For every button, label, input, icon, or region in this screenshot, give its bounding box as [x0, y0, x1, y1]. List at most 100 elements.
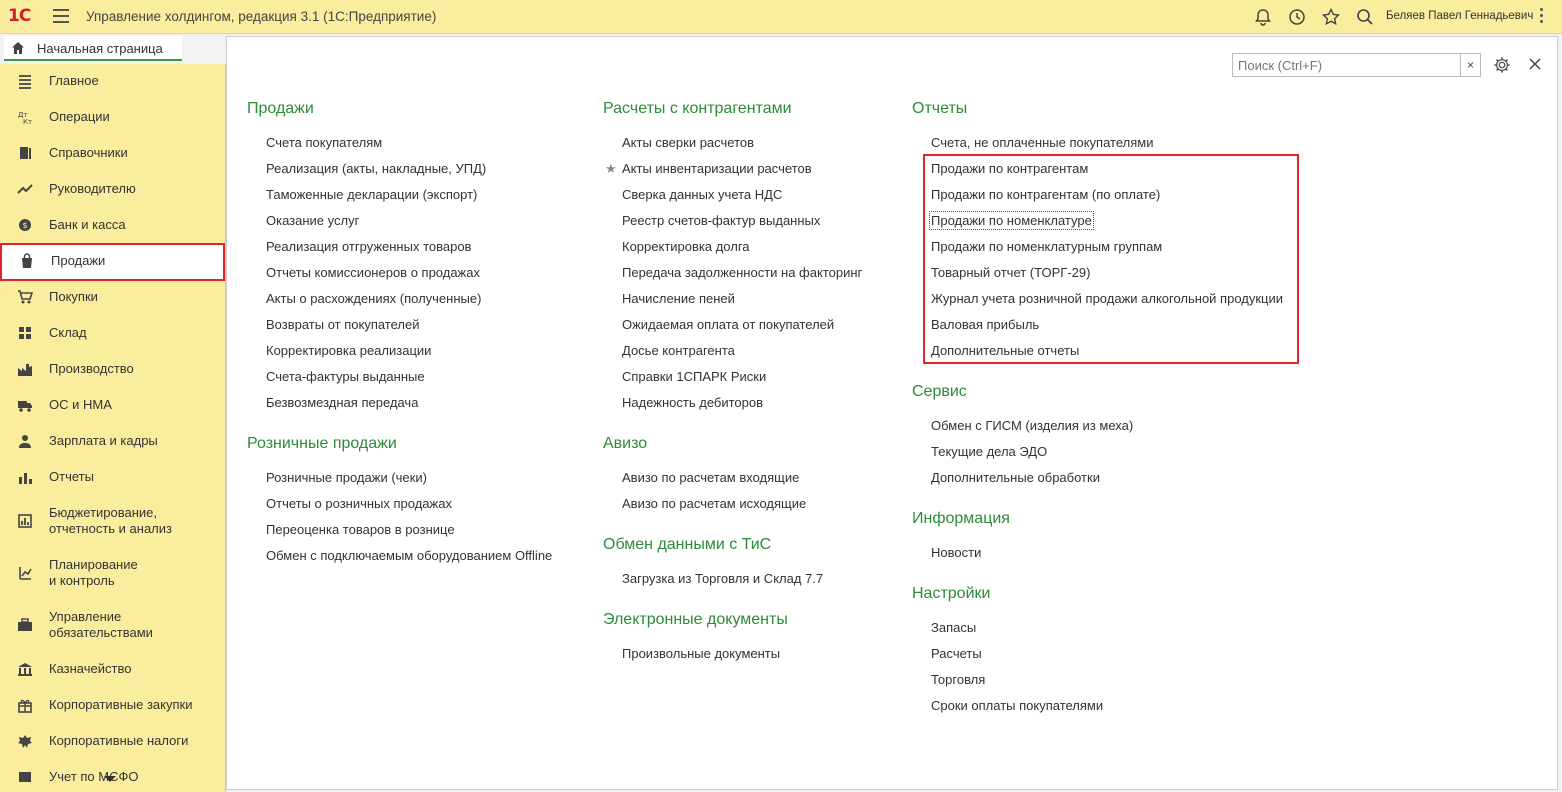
section-title: Отчеты [912, 100, 968, 117]
section-title: Обмен данными с ТиС [603, 536, 772, 553]
nav-link[interactable]: Реализация (акты, накладные, УПД) [266, 161, 486, 176]
nav-link[interactable]: Акты сверки расчетов [622, 135, 754, 150]
nav-link[interactable]: Отчеты комиссионеров о продажах [266, 265, 480, 280]
bell-icon[interactable] [1253, 7, 1273, 27]
sidebar-item[interactable]: Управление обязательствами [0, 600, 225, 650]
section-title: Розничные продажи [247, 435, 397, 452]
nav-link[interactable]: Авизо по расчетам входящие [622, 470, 799, 485]
user-name[interactable]: Беляев Павел Геннадьевич [1386, 10, 1533, 22]
sidebar-item[interactable]: Производство [0, 352, 225, 386]
svg-text:$: $ [23, 221, 28, 230]
sidebar-item-label: Планирование и контроль [49, 557, 138, 588]
svg-text:Кт: Кт [23, 118, 32, 125]
nav-link[interactable]: Текущие дела ЭДО [931, 444, 1047, 459]
treasury-icon [18, 663, 32, 676]
nav-link[interactable]: Сроки оплаты покупателями [931, 698, 1103, 713]
nav-link[interactable]: Реестр счетов-фактур выданных [622, 213, 820, 228]
nav-link[interactable]: Реализация отгруженных товаров [266, 239, 471, 254]
search-clear-button[interactable]: × [1461, 53, 1481, 77]
sidebar-item[interactable]: Корпоративные закупки [0, 688, 225, 722]
sidebar-item[interactable]: Планирование и контроль [0, 548, 225, 598]
nav-link[interactable]: Счета-фактуры выданные [266, 369, 425, 384]
nav-link[interactable]: Обмен с подключаемым оборудованием Offli… [266, 548, 552, 563]
nav-link[interactable]: Ожидаемая оплата от покупателей [622, 317, 834, 332]
sidebar-item[interactable]: Продажи [0, 243, 225, 281]
sidebar-item[interactable]: Дт Кт Операции [0, 100, 225, 134]
nav-link[interactable]: Новости [931, 545, 981, 560]
sidebar-item-label: Корпоративные закупки [49, 697, 193, 712]
sidebar-item[interactable]: Покупки [0, 280, 225, 314]
sidebar-item[interactable]: Бюджетирование, отчетность и анализ [0, 496, 225, 546]
nav-link[interactable]: Сверка данных учета НДС [622, 187, 782, 202]
scroll-down-icon[interactable] [104, 776, 116, 782]
close-icon[interactable] [1528, 57, 1542, 71]
nav-link[interactable]: Корректировка реализации [266, 343, 431, 358]
nav-link[interactable]: Акты инвентаризации расчетов [622, 161, 812, 176]
sidebar-item[interactable]: ОС и НМА [0, 388, 225, 422]
sidebar-item-label: Справочники [49, 145, 128, 160]
sections-sidebar: Главное Дт Кт Операции Справочники Руководите… [0, 64, 226, 792]
app-title: Управление холдингом, редакция 3.1 (1С:П… [86, 9, 437, 24]
nav-link[interactable]: Авизо по расчетам исходящие [622, 496, 806, 511]
nav-link[interactable]: Отчеты о розничных продажах [266, 496, 452, 511]
star-icon[interactable] [1321, 7, 1341, 27]
favorite-star-icon[interactable]: ★ [605, 161, 617, 177]
nav-link[interactable]: Загрузка из Торговля и Склад 7.7 [622, 571, 823, 586]
history-icon[interactable] [1287, 7, 1307, 27]
search-box [1232, 53, 1461, 77]
nav-link[interactable]: Запасы [931, 620, 976, 635]
sales-section-panel: × Продажи Счета покупателям Реализация (ак… [226, 36, 1558, 790]
nav-link[interactable]: Досье контрагента [622, 343, 735, 358]
sidebar-item[interactable]: $ Банк и касса [0, 208, 225, 242]
nav-link[interactable]: Оказание услуг [266, 213, 359, 228]
sidebar-item[interactable]: Отчеты [0, 460, 225, 494]
nav-link[interactable]: Корректировка долга [622, 239, 750, 254]
main-menu-icon[interactable] [53, 9, 69, 23]
nav-link[interactable]: Начисление пеней [622, 291, 735, 306]
sidebar-item-label: Руководителю [49, 181, 136, 196]
nav-link[interactable]: Дополнительные обработки [931, 470, 1100, 485]
home-icon [12, 42, 24, 54]
bar-chart-icon [19, 473, 32, 484]
nav-link[interactable]: Безвозмездная передача [266, 395, 418, 410]
sidebar-item[interactable]: Корпоративные налоги [0, 724, 225, 758]
sidebar-item[interactable]: Главное [0, 64, 225, 98]
nav-link[interactable]: Счета, не оплаченные покупателями [931, 135, 1153, 150]
gear-icon[interactable] [1493, 56, 1511, 74]
tab-home-page[interactable]: Начальная страница [4, 36, 182, 61]
sidebar-item-label: Управление обязательствами [49, 609, 153, 640]
tab-label: Начальная страница [37, 41, 163, 56]
nav-link[interactable]: Передача задолженности на факторинг [622, 265, 862, 280]
app-logo[interactable]: 1С [8, 6, 31, 26]
section-title: Настройки [912, 585, 991, 602]
sidebar-item-label: Казначейство [49, 661, 132, 676]
coin-icon: $ [19, 219, 31, 231]
planning-icon [19, 567, 32, 580]
sidebar-item[interactable]: Справочники [0, 136, 225, 170]
nav-link[interactable]: Счета покупателям [266, 135, 382, 150]
nav-link[interactable]: Возвраты от покупателей [266, 317, 420, 332]
reports-highlight-box [923, 154, 1299, 364]
nav-link[interactable]: Розничные продажи (чеки) [266, 470, 427, 485]
search-icon[interactable] [1355, 7, 1375, 27]
nav-link[interactable]: Надежность дебиторов [622, 395, 763, 410]
nav-link[interactable]: Акты о расхождениях (полученные) [266, 291, 481, 306]
search-input[interactable] [1238, 55, 1438, 75]
section-title: Электронные документы [603, 611, 788, 628]
sidebar-item-label: Покупки [49, 289, 98, 304]
budget-icon [18, 514, 32, 528]
nav-link[interactable]: Произвольные документы [622, 646, 780, 661]
nav-link[interactable]: Торговля [931, 672, 985, 687]
sidebar-item[interactable]: Склад [0, 316, 225, 350]
sidebar-item[interactable]: Руководителю [0, 172, 225, 206]
nav-link[interactable]: Переоценка товаров в рознице [266, 522, 455, 537]
msfo-icon [19, 772, 31, 782]
nav-link[interactable]: Таможенные декларации (экспорт) [266, 187, 477, 202]
nav-link[interactable]: Справки 1СПАРК Риски [622, 369, 766, 384]
sidebar-item[interactable]: Казначейство [0, 652, 225, 686]
nav-link[interactable]: Обмен с ГИСМ (изделия из меха) [931, 418, 1133, 433]
sidebar-item[interactable]: Зарплата и кадры [0, 424, 225, 458]
more-vertical-icon[interactable] [1540, 8, 1544, 26]
nav-link[interactable]: Расчеты [931, 646, 982, 661]
menu-lines-icon [19, 75, 31, 89]
